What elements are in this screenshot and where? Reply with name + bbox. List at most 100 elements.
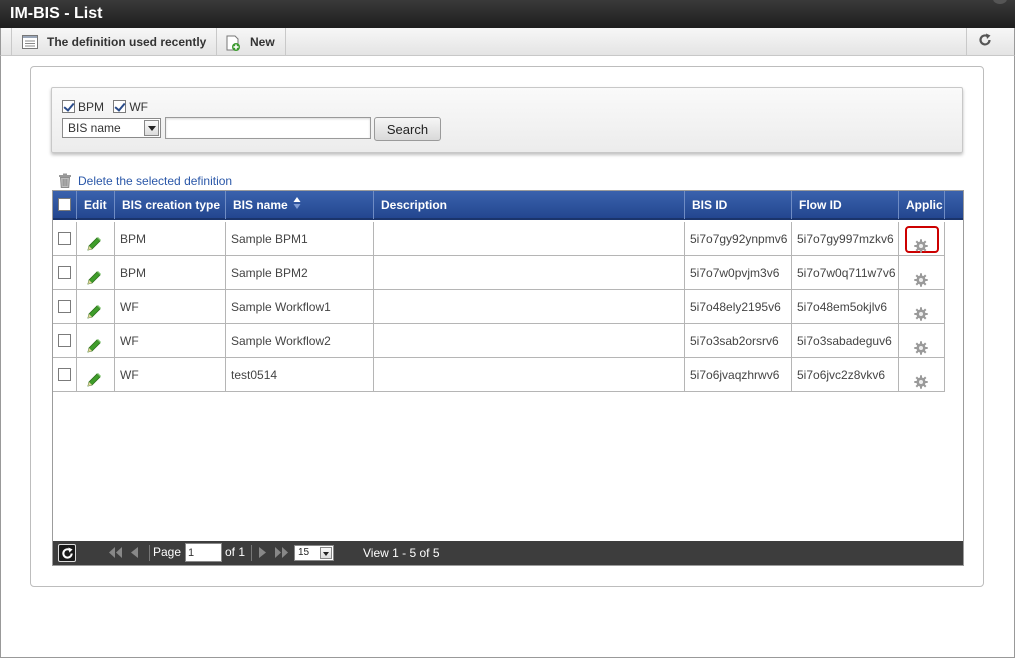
description-cell <box>374 222 685 256</box>
column-edit[interactable]: Edit <box>77 191 115 219</box>
column-applic[interactable]: Applic <box>899 191 945 219</box>
row-checkbox[interactable] <box>58 232 71 246</box>
creation-type-cell: BPM <box>115 222 226 256</box>
trash-icon <box>58 173 72 188</box>
search-input[interactable] <box>165 117 371 139</box>
titlebar-corner-decoration <box>993 0 1007 4</box>
page-label: Page <box>153 545 182 559</box>
pencil-icon[interactable] <box>86 333 101 353</box>
bis-id-cell: 5i7o6jvaqzhrwv6 <box>685 358 792 392</box>
prev-page-icon[interactable] <box>130 547 139 561</box>
first-page-icon[interactable] <box>108 547 124 561</box>
edit-cell <box>77 290 115 324</box>
bis-id-cell: 5i7o7gy92ynpmv6 <box>685 222 792 256</box>
row-select-cell <box>53 358 77 392</box>
page-size-select[interactable]: 15 <box>294 545 334 561</box>
delete-selected-label: Delete the selected definition <box>78 173 233 188</box>
refresh-icon <box>61 547 74 563</box>
select-all-checkbox[interactable] <box>58 198 71 212</box>
table-row[interactable]: BPM Sample BPM1 5i7o7gy92ynpmv6 5i7o7gy997m… <box>53 222 945 256</box>
pager-refresh-button[interactable] <box>58 544 76 562</box>
description-cell <box>374 256 685 290</box>
next-page-icon[interactable] <box>258 547 267 561</box>
new-button[interactable]: New <box>215 28 286 55</box>
column-bis-name-header[interactable]: BIS name <box>226 191 374 219</box>
bpm-checkbox[interactable] <box>62 100 75 114</box>
pencil-icon[interactable] <box>86 299 101 319</box>
row-checkbox[interactable] <box>58 266 71 280</box>
search-field-select[interactable]: BIS name <box>62 118 161 138</box>
row-checkbox[interactable] <box>58 300 71 314</box>
wf-checkbox[interactable] <box>113 100 127 114</box>
flow-id-cell: 5i7o6jvc2z8vkv6 <box>792 358 899 392</box>
delete-selected-link[interactable]: Delete the selected definition <box>58 173 232 188</box>
pencil-icon[interactable] <box>86 367 101 387</box>
flow-id-cell: 5i7o7w0q711w7v6 <box>792 256 899 290</box>
toolbar-refresh-button[interactable] <box>966 28 1003 55</box>
recent-definitions-label: The definition used recently <box>47 34 207 49</box>
column-creation-type[interactable]: BIS creation type <box>115 191 226 219</box>
page-size-value: 15 <box>298 547 310 558</box>
row-select-cell <box>53 324 77 358</box>
refresh-icon <box>978 33 992 50</box>
new-doc-icon <box>225 35 241 51</box>
page-number-input[interactable] <box>185 543 222 562</box>
column-description[interactable]: Description <box>374 191 685 219</box>
gear-icon[interactable] <box>914 232 928 253</box>
creation-type-cell: BPM <box>115 256 226 290</box>
description-cell <box>374 358 685 392</box>
pager-separator <box>251 545 252 561</box>
applic-cell <box>899 222 945 256</box>
bis-id-cell: 5i7o3sab2orsrv6 <box>685 324 792 358</box>
recent-definitions-button[interactable]: The definition used recently <box>11 28 218 55</box>
view-range-text: View 1 - 5 of 5 <box>363 546 440 560</box>
row-checkbox[interactable] <box>58 368 71 382</box>
pager-separator <box>149 545 150 561</box>
table-row[interactable]: WF Sample Workflow1 5i7o48ely2195v6 5i7o48e… <box>53 290 945 324</box>
gear-icon[interactable] <box>914 334 928 355</box>
bpm-checkbox-label: BPM <box>78 99 105 114</box>
window-title: IM-BIS - List <box>10 5 103 22</box>
wf-checkbox-label: WF <box>129 99 149 114</box>
search-button[interactable]: Search <box>374 117 441 141</box>
creation-type-cell: WF <box>115 324 226 358</box>
search-field-value: BIS name <box>68 121 121 135</box>
pencil-icon[interactable] <box>86 231 101 251</box>
toolbar: The definition used recently New <box>0 28 1015 56</box>
pencil-icon[interactable] <box>86 265 101 285</box>
chevron-down-icon[interactable] <box>320 547 332 559</box>
column-flow-id[interactable]: Flow ID <box>792 191 899 219</box>
row-select-cell <box>53 222 77 256</box>
select-all-header <box>53 191 77 219</box>
table-row[interactable]: WF Sample Workflow2 5i7o3sab2orsrv6 5i7o3sa… <box>53 324 945 358</box>
edit-cell <box>77 222 115 256</box>
sort-asc-icon <box>293 192 301 219</box>
row-select-cell <box>53 256 77 290</box>
last-page-icon[interactable] <box>273 547 289 561</box>
description-cell <box>374 324 685 358</box>
gear-icon[interactable] <box>914 368 928 389</box>
edit-cell <box>77 324 115 358</box>
chevron-down-icon[interactable] <box>144 120 159 136</box>
type-filter-group: BPM WF <box>62 99 154 114</box>
bis-name-cell: test0514 <box>226 358 374 392</box>
grid-header: Edit BIS creation type BIS name Descript… <box>53 191 963 220</box>
bis-name-cell: Sample BPM1 <box>226 222 374 256</box>
gear-icon[interactable] <box>914 300 928 321</box>
definitions-grid: Edit BIS creation type BIS name Descript… <box>52 190 964 566</box>
column-bis-id[interactable]: BIS ID <box>685 191 792 219</box>
applic-cell <box>899 290 945 324</box>
bis-id-cell: 5i7o7w0pvjm3v6 <box>685 256 792 290</box>
table-row[interactable]: BPM Sample BPM2 5i7o7w0pvjm3v6 5i7o7w0q711w… <box>53 256 945 290</box>
bis-name-cell: Sample Workflow1 <box>226 290 374 324</box>
row-select-cell <box>53 290 77 324</box>
new-label: New <box>250 34 275 49</box>
description-cell <box>374 290 685 324</box>
column-bis-name: BIS name <box>233 198 288 212</box>
gear-icon[interactable] <box>914 266 928 287</box>
applic-cell <box>899 324 945 358</box>
flow-id-cell: 5i7o48em5okjlv6 <box>792 290 899 324</box>
row-checkbox[interactable] <box>58 334 71 348</box>
bis-id-cell: 5i7o48ely2195v6 <box>685 290 792 324</box>
table-row[interactable]: WF test0514 5i7o6jvaqzhrwv6 5i7o6jvc2z8vkv6 <box>53 358 945 392</box>
